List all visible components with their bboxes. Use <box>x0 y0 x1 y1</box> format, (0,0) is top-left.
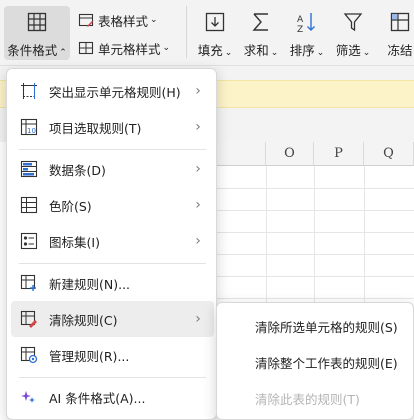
submenu-item-clear-selected[interactable]: 清除所选单元格的规则(S) <box>221 309 411 343</box>
menu-item-color-scales[interactable]: 色阶(S) › <box>11 187 214 223</box>
svg-text:A: A <box>297 15 304 25</box>
cell-style-label: 单元格样式 <box>98 41 161 57</box>
sum-button[interactable]: 求和 ⌄ <box>242 10 280 59</box>
chevron-right-icon: › <box>195 197 201 213</box>
filter-button[interactable]: 筛选 ⌄ <box>334 10 372 59</box>
menu-item-label: 数据条(D) <box>49 162 106 178</box>
manage-rules-icon <box>20 346 38 364</box>
menu-item-label: 新建规则(N)... <box>49 276 131 292</box>
menu-separator <box>19 377 206 378</box>
menu-item-label: 色阶(S) <box>49 198 92 214</box>
chevron-down-icon: ⌄ <box>224 48 233 58</box>
conditional-format-icon <box>25 10 49 34</box>
menu-item-clear-rules[interactable]: 清除规则(C) › <box>11 301 214 337</box>
svg-text:Z: Z <box>297 25 303 33</box>
chevron-right-icon: › <box>195 161 201 177</box>
menu-item-label: 管理规则(R)... <box>49 348 130 364</box>
cell-style-icon <box>78 40 94 56</box>
chevron-right-icon: › <box>195 119 201 135</box>
cell-style-button[interactable]: 单元格样式 ⌄ <box>78 38 170 58</box>
highlight-rules-icon <box>20 82 38 100</box>
submenu-item-clear-table: 清除此表的规则(T) <box>255 391 360 407</box>
menu-item-label: 图标集(I) <box>49 234 100 250</box>
sort-label: 排序 <box>289 43 315 58</box>
grid-line <box>216 188 414 189</box>
column-header-p[interactable]: P <box>314 142 364 166</box>
conditional-format-button[interactable]: 条件格式 ⌃ <box>4 6 70 60</box>
chevron-right-icon: › <box>195 233 201 249</box>
menu-item-label: 项目选取规则(T) <box>49 120 142 136</box>
filter-label: 筛选 <box>335 43 361 58</box>
menu-item-top-bottom-rules[interactable]: 10 项目选取规则(T) › <box>11 109 214 145</box>
grid-line <box>216 254 414 255</box>
chevron-down-icon: ⌄ <box>150 15 158 25</box>
table-style-label: 表格样式 <box>98 13 149 29</box>
freeze-button[interactable]: 冻结 <box>380 10 414 59</box>
clear-rules-submenu: 清除所选单元格的规则(S) 清除整个工作表的规则(E) 清除此表的规则(T) <box>216 302 414 420</box>
chevron-right-icon: › <box>195 311 201 327</box>
conditional-format-label: 条件格式 <box>7 43 58 58</box>
sort-icon: AZ <box>295 10 319 34</box>
svg-text:10: 10 <box>27 127 36 135</box>
new-rule-icon <box>20 274 38 292</box>
grid-line <box>216 276 414 277</box>
menu-separator <box>19 149 206 150</box>
table-style-icon <box>78 12 94 28</box>
caret-up-icon: ⌃ <box>59 48 67 58</box>
chevron-down-icon: ⌄ <box>362 48 371 58</box>
grid-line <box>216 232 414 233</box>
chevron-down-icon: ⌄ <box>162 43 171 53</box>
table-style-button[interactable]: 表格样式 ⌄ <box>78 10 158 30</box>
top-bottom-rules-icon: 10 <box>20 118 38 136</box>
clear-rules-icon <box>20 310 38 328</box>
color-scales-icon <box>20 196 38 214</box>
filter-icon <box>341 10 365 34</box>
column-header-q[interactable]: Q <box>364 142 414 166</box>
freeze-label: 冻结 <box>387 43 413 58</box>
grid-line <box>216 210 414 211</box>
icon-sets-icon <box>20 232 38 250</box>
fill-label: 填充 <box>197 43 223 58</box>
menu-item-icon-sets[interactable]: 图标集(I) › <box>11 223 214 259</box>
ai-format-icon <box>20 388 38 406</box>
fill-button[interactable]: 填充 ⌄ <box>196 10 234 59</box>
ribbon-divider <box>186 6 187 58</box>
chevron-down-icon: ⌄ <box>270 48 279 58</box>
menu-item-manage-rules[interactable]: 管理规则(R)... <box>11 337 214 373</box>
menu-item-label: AI 条件格式(A)... <box>49 390 146 406</box>
ribbon-toolbar: 条件格式⌃ 表格样式⌄ 单元格样式⌄ 填充⌄ 求和⌄ AZ 排序⌄ <box>0 0 414 66</box>
sort-button[interactable]: AZ 排序 ⌄ <box>288 10 326 59</box>
menu-item-highlight-rules[interactable]: 突出显示单元格规则(H) › <box>11 73 214 109</box>
freeze-panes-icon <box>388 10 412 34</box>
chevron-down-icon: ⌄ <box>316 48 325 58</box>
sum-label: 求和 <box>243 43 269 58</box>
grid-line <box>216 298 414 299</box>
menu-item-label: 清除规则(C) <box>49 312 118 328</box>
fill-down-icon <box>203 10 227 34</box>
menu-item-new-rule[interactable]: 新建规则(N)... <box>11 265 214 301</box>
menu-item-data-bars[interactable]: 数据条(D) › <box>11 151 214 187</box>
sigma-icon <box>249 10 273 34</box>
column-header[interactable] <box>216 142 266 166</box>
menu-separator <box>19 263 206 264</box>
menu-item-label: 突出显示单元格规则(H) <box>49 84 181 100</box>
column-header-o[interactable]: O <box>266 142 314 166</box>
data-bars-icon <box>20 160 38 178</box>
menu-item-ai-conditional-format[interactable]: AI 条件格式(A)... <box>11 379 214 415</box>
chevron-right-icon: › <box>195 83 201 99</box>
conditional-format-menu: 突出显示单元格规则(H) › 10 项目选取规则(T) › 数据条(D) › 色… <box>6 68 217 420</box>
submenu-item-clear-sheet[interactable]: 清除整个工作表的规则(E) <box>221 345 411 379</box>
